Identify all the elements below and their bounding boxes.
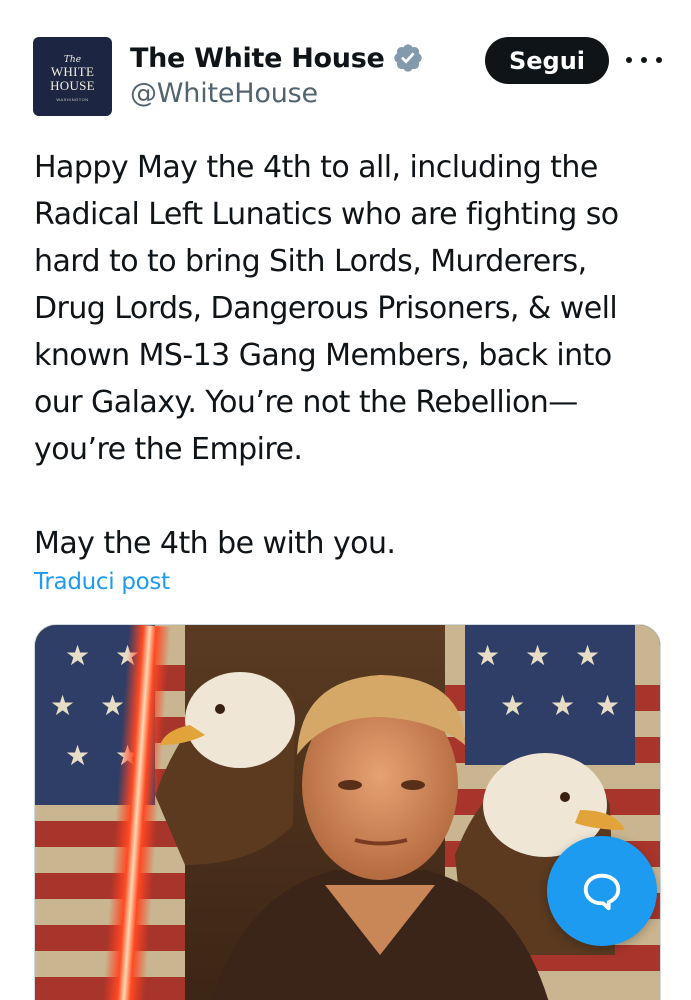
more-dot xyxy=(641,57,647,63)
post-line: Drug Lords, Dangerous Prisoners, & well xyxy=(34,291,618,326)
author-name-row[interactable]: The White House xyxy=(130,38,424,78)
svg-text:★: ★ xyxy=(65,639,90,672)
avatar-text-small: WASHINGTON xyxy=(56,97,89,102)
svg-text:★: ★ xyxy=(500,689,525,722)
display-name[interactable]: The White House xyxy=(130,43,385,74)
post-image[interactable]: ★ ★ ★ ★ ★ ★ ★ ★ ★ ★ ★ xyxy=(34,624,661,1000)
follow-button[interactable]: Segui xyxy=(485,37,609,84)
author-handle[interactable]: @WhiteHouse xyxy=(130,78,318,109)
avatar-text-line2: HOUSE xyxy=(50,78,95,93)
post-line: known MS-13 Gang Members, back into xyxy=(34,338,612,373)
tweet-view: The WHITE HOUSE WASHINGTON The White Hou… xyxy=(0,0,691,1000)
svg-text:★: ★ xyxy=(100,689,125,722)
svg-text:★: ★ xyxy=(475,639,500,672)
svg-text:★: ★ xyxy=(50,689,75,722)
more-dot xyxy=(656,57,662,63)
svg-text:★: ★ xyxy=(550,689,575,722)
avatar[interactable]: The WHITE HOUSE WASHINGTON xyxy=(33,37,112,116)
chat-bubble-glyph xyxy=(583,873,621,911)
post-line: May the 4th be with you. xyxy=(34,526,396,561)
svg-text:★: ★ xyxy=(525,639,550,672)
avatar-text-line1: WHITE xyxy=(50,64,95,79)
svg-text:★: ★ xyxy=(595,689,620,722)
svg-text:★: ★ xyxy=(575,639,600,672)
translate-post-link[interactable]: Traduci post xyxy=(34,569,170,595)
post-text: Happy May the 4th to all, including the … xyxy=(34,144,674,567)
svg-text:★: ★ xyxy=(65,739,90,772)
verified-badge-icon xyxy=(392,42,424,74)
chat-bubble-icon[interactable] xyxy=(547,836,657,946)
post-line: Radical Left Lunatics who are fighting s… xyxy=(34,197,619,232)
post-line: Happy May the 4th to all, including the xyxy=(34,150,598,185)
post-line: you’re the Empire. xyxy=(34,432,303,467)
post-image-illustration: ★ ★ ★ ★ ★ ★ ★ ★ ★ ★ ★ xyxy=(35,625,660,1000)
more-dot xyxy=(626,57,632,63)
post-line: our Galaxy. You’re not the Rebellion— xyxy=(34,385,578,420)
more-options-icon[interactable] xyxy=(626,47,662,73)
post-line: hard to to bring Sith Lords, Murderers, xyxy=(34,244,587,279)
